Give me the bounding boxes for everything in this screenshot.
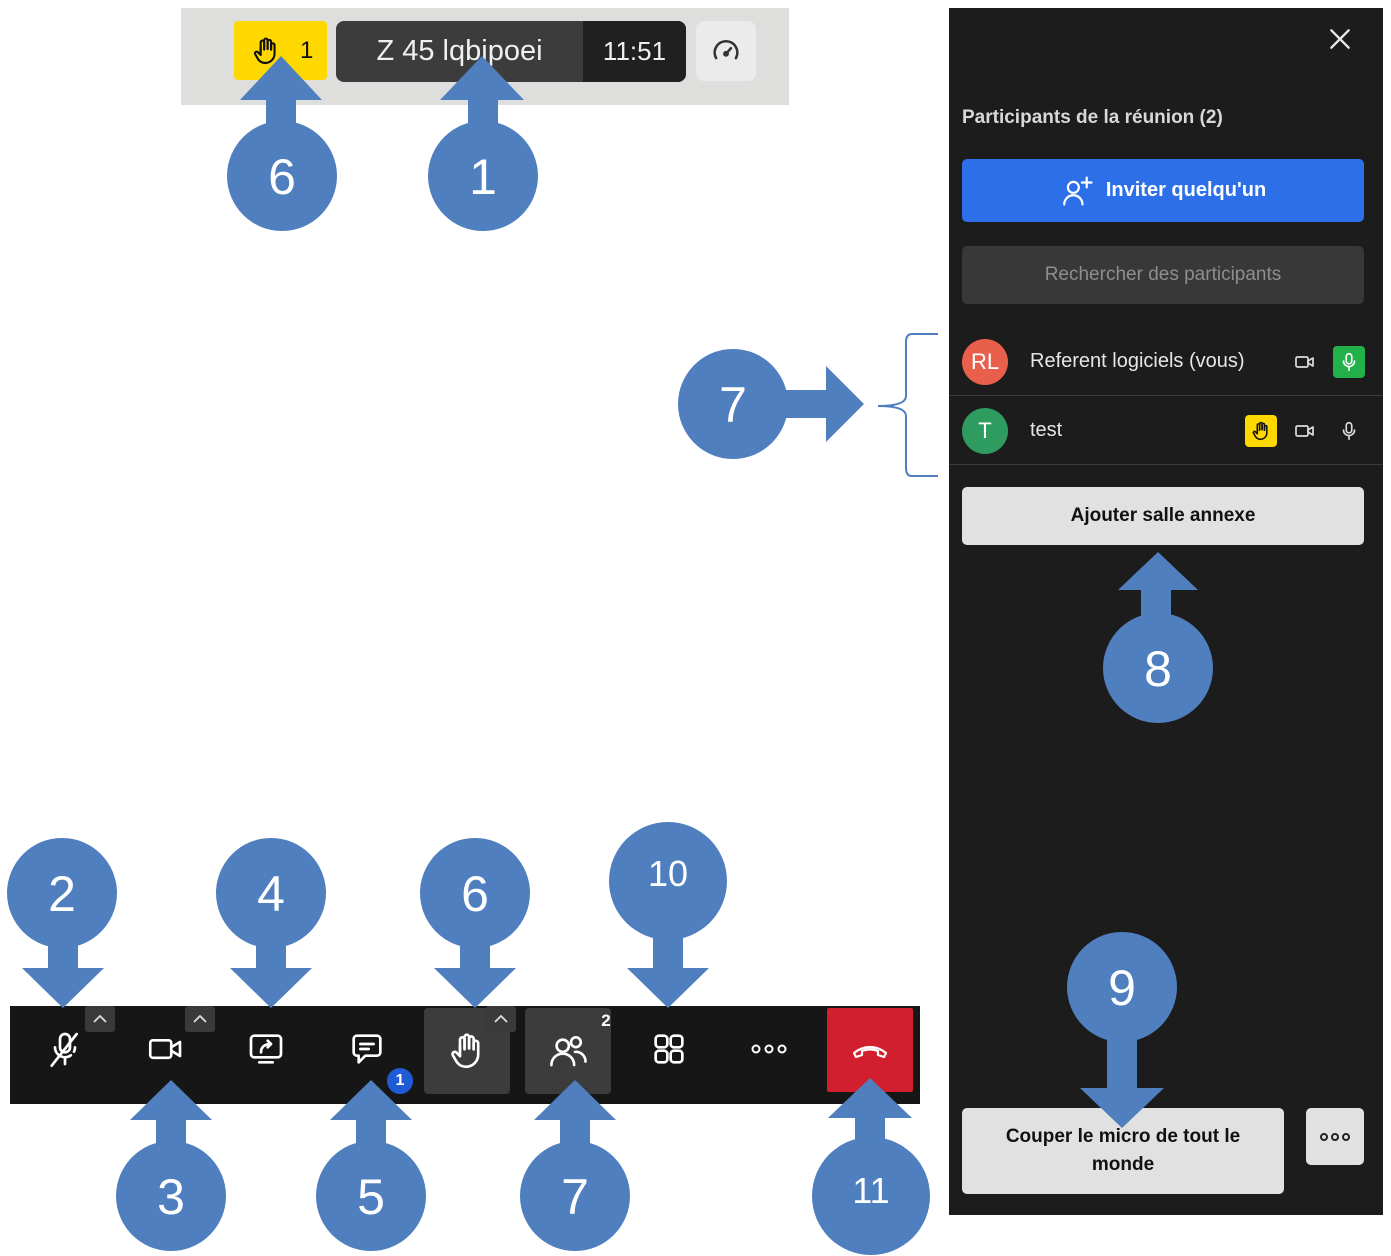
callout-3: 3 — [116, 1080, 226, 1251]
callout-6-toolbar: 6 — [420, 838, 530, 1008]
callout-number: 11 — [852, 1170, 889, 1211]
callout-number: 1 — [469, 149, 497, 205]
callout-10: 10 — [609, 822, 727, 1008]
participant-list-bracket — [877, 333, 938, 477]
callout-number: 5 — [357, 1169, 385, 1225]
callout-7-toolbar: 7 — [520, 1080, 630, 1251]
callout-4: 4 — [216, 838, 326, 1008]
callout-number: 3 — [157, 1169, 185, 1225]
callout-11: 11 — [812, 1078, 930, 1255]
callout-1: 1 — [428, 56, 538, 231]
callout-number: 6 — [268, 149, 296, 205]
callout-8: 8 — [1103, 552, 1213, 723]
callout-number: 7 — [719, 377, 747, 433]
callout-7-panel: 7 — [678, 349, 864, 459]
tutorial-annotations: 6 1 7 8 9 2 4 6 10 3 5 7 11 — [7, 56, 1213, 1255]
callout-9: 9 — [1067, 932, 1177, 1128]
callout-2: 2 — [7, 838, 117, 1008]
callout-number: 10 — [648, 853, 688, 894]
callout-number: 2 — [48, 866, 76, 922]
callout-number: 8 — [1144, 641, 1172, 697]
callout-5: 5 — [316, 1080, 426, 1251]
callout-number: 4 — [257, 866, 285, 922]
callout-6-top: 6 — [227, 56, 337, 231]
callout-number: 6 — [461, 866, 489, 922]
callout-number: 9 — [1108, 960, 1136, 1016]
callout-number: 7 — [561, 1169, 589, 1225]
